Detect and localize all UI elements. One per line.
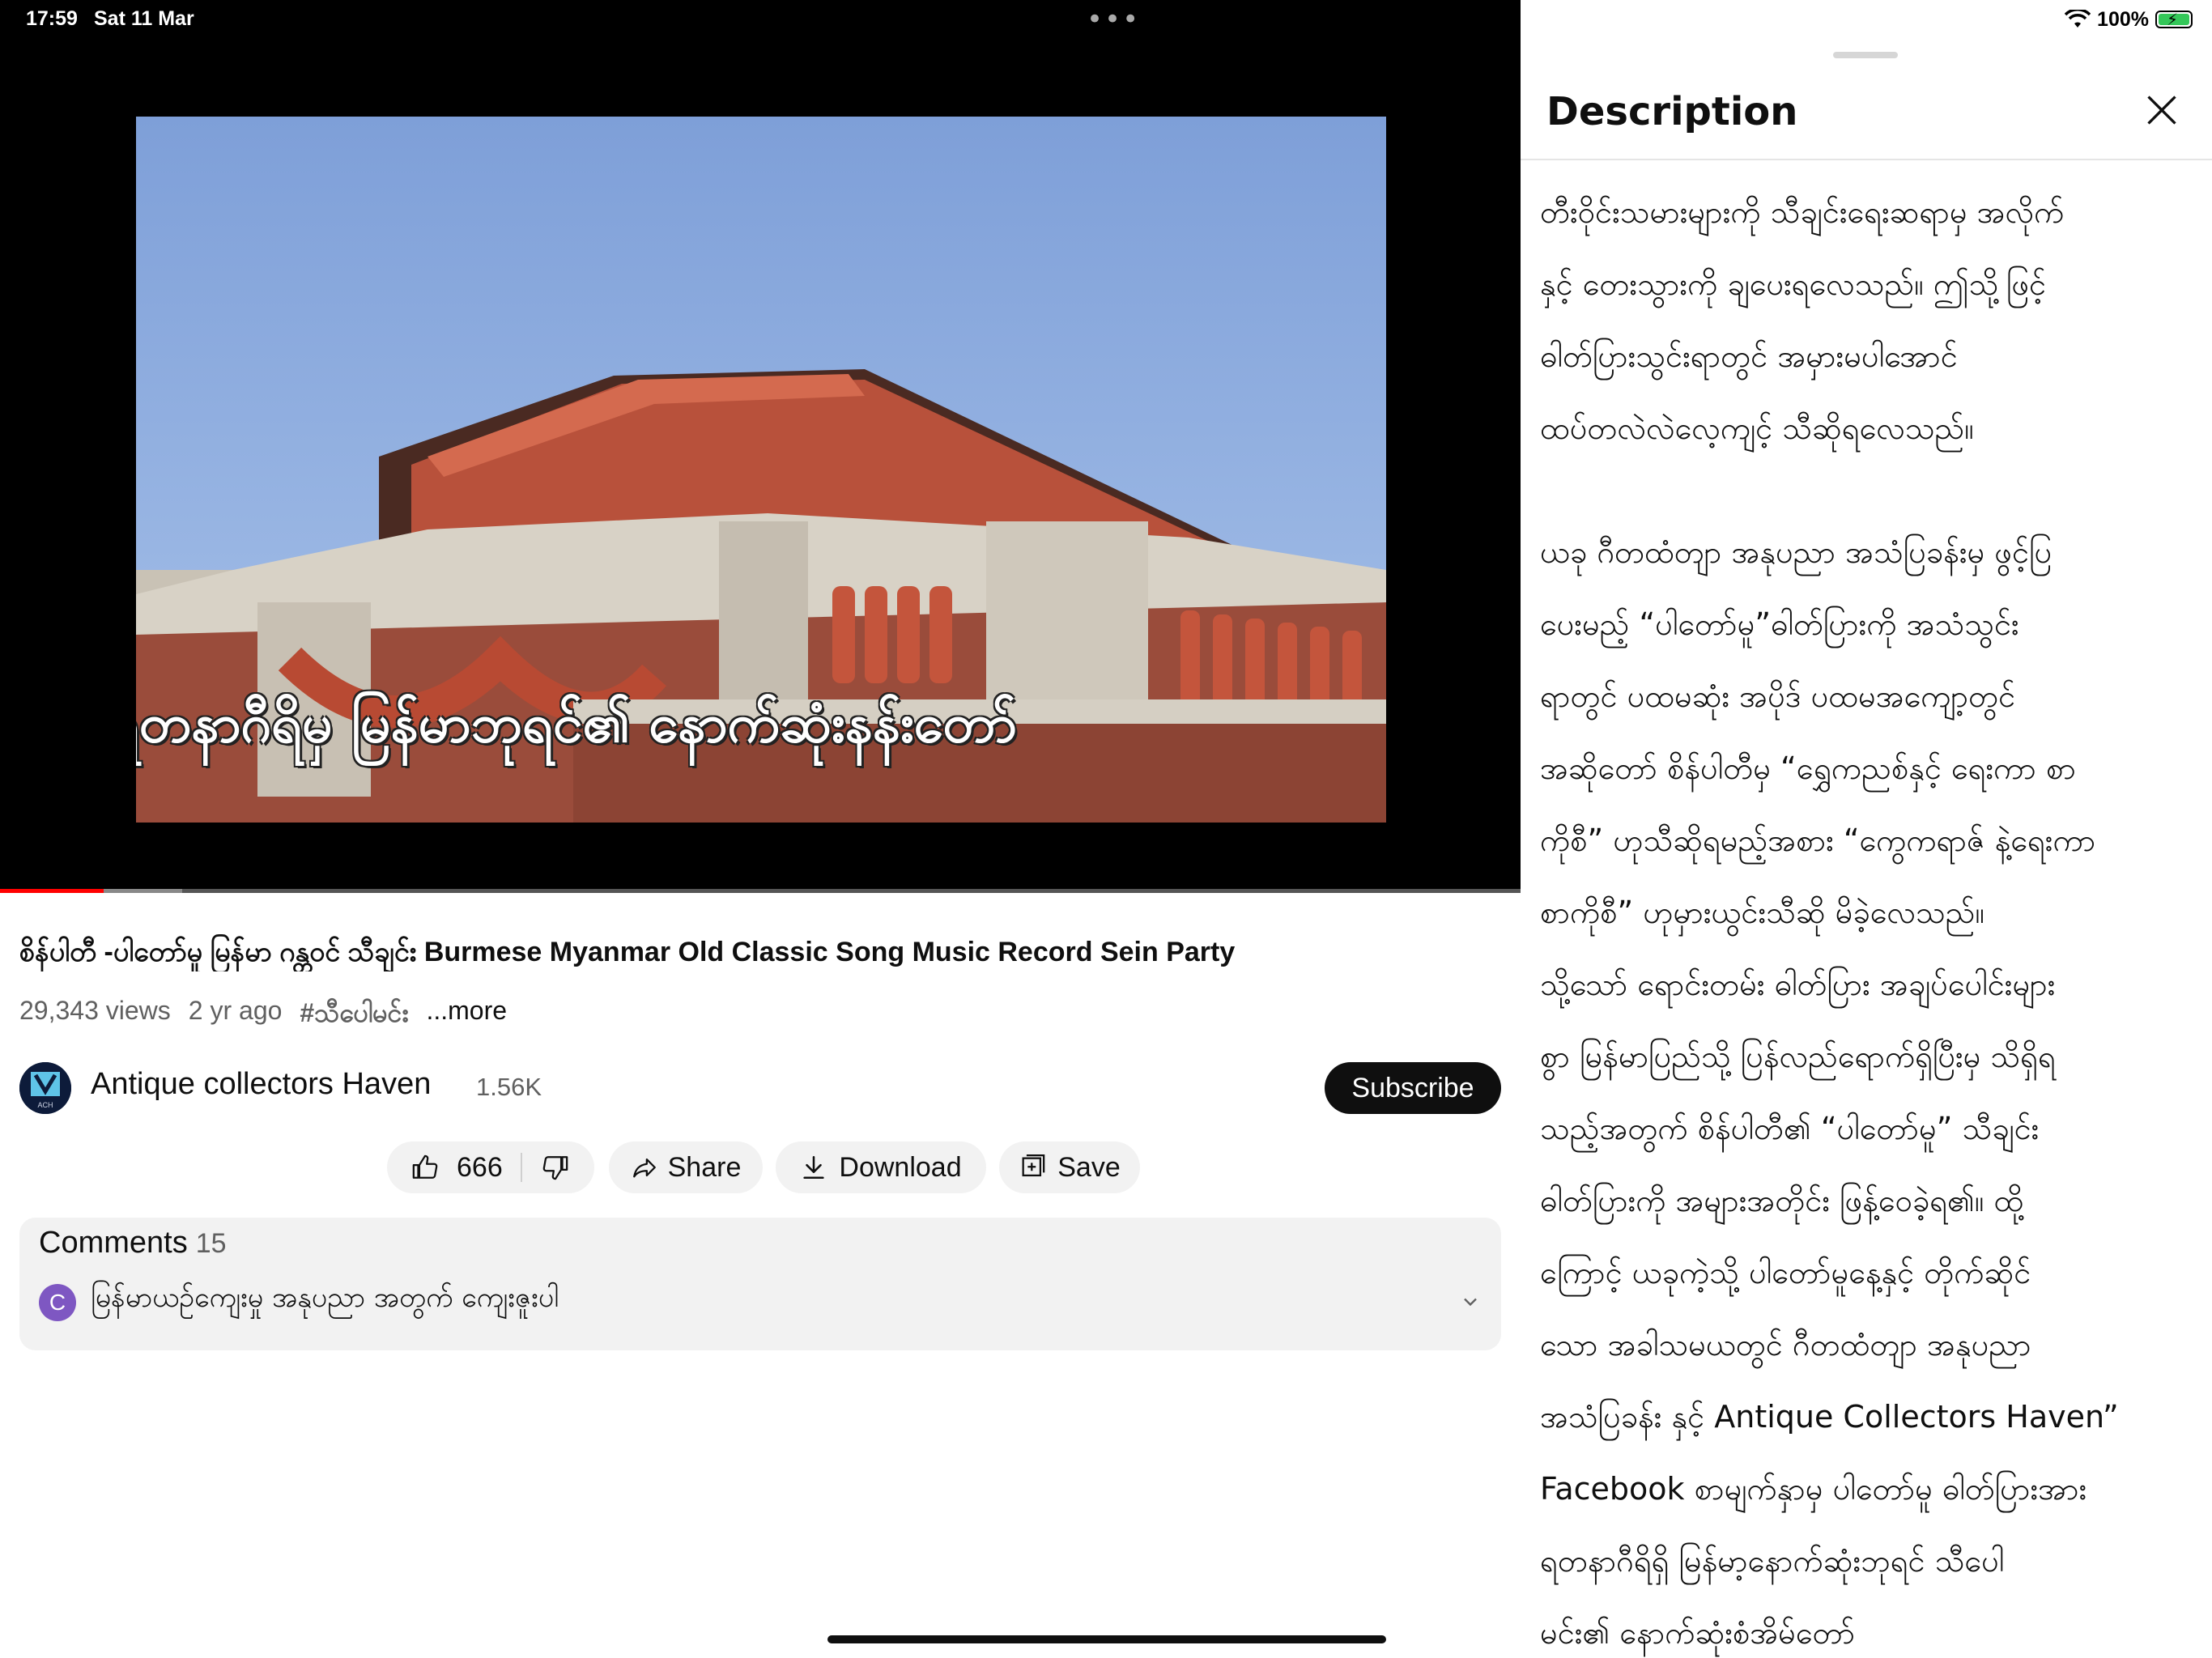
channel-name[interactable]: Antique collectors Haven <box>91 1067 431 1102</box>
share-label: Share <box>667 1151 742 1183</box>
comments-section[interactable]: Comments 15 C မြန်မာယဥ်ကျေးမှု အနုပညာ အတွ… <box>19 1218 1501 1350</box>
svg-text:ACH: ACH <box>37 1101 53 1109</box>
description-line: တီးဝိုင်းသမားများကို သီချင်းရေးဆရာမှ အလိ… <box>1540 194 2065 230</box>
description-text: တီးဝိုင်းသမားများကို သီချင်းရေးဆရာမှ အလိ… <box>1540 176 2193 1658</box>
more-dots-icon[interactable]: ••• <box>1087 3 1140 36</box>
comments-label: Comments <box>39 1226 188 1260</box>
description-line: ရတနာဂီရိရှိ မြန်မာ့နောက်ဆုံးဘုရင် သီပေါ <box>1540 1543 2005 1579</box>
download-label: Download <box>839 1151 962 1183</box>
description-line: အသံပြခန်း နှင့် Antique Collectors Haven… <box>1540 1399 2119 1435</box>
thumbs-down-icon[interactable] <box>542 1154 569 1181</box>
description-line: ဓါတ်ပြားကို အများအတိုင်း ဖြန့်ဝေခဲ့ရ၏။ ထ… <box>1540 1183 2024 1218</box>
description-line: ရာတွင် ပထမဆုံး အပိုဒ် ပထမအကျော့တွင် <box>1540 678 2016 714</box>
save-button[interactable]: Save <box>999 1141 1140 1193</box>
status-bar: 17:59 Sat 11 Mar ••• <box>0 0 1521 39</box>
description-line: ကြောင့် ယခုကဲ့သို့ ပါတော်မူနေ့နှင့် တိုက… <box>1540 1255 2031 1290</box>
view-count: 29,343 views <box>19 996 171 1025</box>
share-icon <box>632 1158 656 1178</box>
like-dislike-bar: 666 <box>387 1141 594 1193</box>
download-icon <box>803 1155 824 1180</box>
video-progress-fill <box>0 889 104 893</box>
video-frame: ရတနာဂီရိမှ မြန်မာဘုရင်၏ နောက်ဆုံးနန်းတော… <box>136 117 1386 823</box>
commenter-avatar: C <box>39 1284 76 1321</box>
save-label: Save <box>1057 1151 1121 1183</box>
video-title: စိန်ပါတီ -ပါတော်မူ မြန်မာ ဂန္တဝင် သီချင်… <box>19 937 1236 967</box>
description-line: နှင့် တေးသွားကို ချပေးရလေသည်။ ဤသို့ဖြင့် <box>1540 266 2047 302</box>
description-panel: Description တီးဝိုင်းသမားများကို သီချင်း… <box>1521 39 2212 1658</box>
description-paragraph-gap <box>1540 465 2193 517</box>
description-divider <box>1521 159 2212 160</box>
description-line: ယခု ဂီတထံတျာ အနုပညာ အသံပြခန်းမှ ဖွင့်ပြ <box>1540 534 2052 570</box>
subscriber-count: 1.56K <box>476 1073 542 1101</box>
battery-percent: 100% <box>2097 7 2149 31</box>
description-line: အဆိုတော် စိန်ပါတီမှ “ရွှေကညစ်နှင့် ရေးကာ… <box>1540 750 2076 786</box>
channel-logo-icon: ACH <box>19 1062 71 1114</box>
video-subtitle: ရတနာဂီရိမှ မြန်မာဘုရင်၏ နောက်ဆုံးနန်းတော… <box>136 692 1017 755</box>
comments-header: Comments 15 <box>39 1226 227 1261</box>
hashtag-link[interactable]: #သီပေါမင်း <box>300 996 408 1035</box>
subscribe-button[interactable]: Subscribe <box>1325 1062 1501 1114</box>
description-line: စွာ မြန်မာပြည်သို့ ပြန်လည်ရောက်ရှိပြီးမှ… <box>1540 1039 2056 1074</box>
share-button[interactable]: Share <box>609 1141 763 1193</box>
video-meta: 29,343 views 2 yr ago #သီပေါမင်း ...more <box>19 996 507 1035</box>
home-indicator[interactable] <box>827 1635 1386 1643</box>
comments-count: 15 <box>195 1228 227 1259</box>
video-player[interactable]: ရတနာဂီရိမှ မြန်မာဘုရင်၏ နောက်ဆုံးနန်းတော… <box>0 39 1521 891</box>
more-link[interactable]: ...more <box>426 996 507 1035</box>
video-progress-bar[interactable] <box>0 889 1521 893</box>
save-icon <box>1022 1154 1045 1177</box>
description-line: စာကိုစီ” ဟုမှားယွင်းသီဆို မိခဲ့လေသည်။ <box>1540 895 1984 930</box>
chevron-down-icon[interactable] <box>1459 1290 1482 1313</box>
description-line: ထပ်တလဲလဲလေ့ကျင့် သီဆိုရလေသည်။ <box>1540 410 1974 446</box>
description-line: ဓါတ်ပြားသွင်းရာတွင် အမှားမပါအောင် <box>1540 338 1958 374</box>
like-divider <box>520 1153 522 1182</box>
description-line: Facebook စာမျက်နှာမှ ပါတော်မူ ဓါတ်ပြားအာ… <box>1540 1471 2087 1507</box>
download-button[interactable]: Download <box>776 1141 986 1193</box>
drag-handle[interactable] <box>1833 52 1898 58</box>
like-count[interactable]: 666 <box>457 1152 503 1184</box>
upload-age: 2 yr ago <box>188 996 283 1025</box>
status-date: Sat 11 Mar <box>94 7 194 30</box>
battery-icon: ⚡ <box>2155 10 2193 29</box>
description-heading: Description <box>1546 89 1798 134</box>
status-indicators: 100% ⚡ <box>2065 5 2193 34</box>
channel-avatar[interactable]: ACH <box>19 1062 71 1114</box>
top-comment-text: မြန်မာယဥ်ကျေးမှု အနုပညာ အတွက် ကျေးဇူးပါ <box>91 1282 559 1314</box>
description-line: သို့သော် ရောင်းတမ်း ဓါတ်ပြား အချပ်ပေါင်း… <box>1540 967 2056 1002</box>
description-line: ကိုစီ” ဟုသီဆိုရမည့်အစား “ကွေကရာဇ် နဲ့ရေး… <box>1540 823 2096 858</box>
close-icon[interactable] <box>2144 92 2180 128</box>
status-time: 17:59 <box>26 7 78 30</box>
description-line: မင်း၏ နောက်ဆုံးစံအိမ်တော် <box>1540 1615 1856 1651</box>
description-line: ပေးမည့် “ပါတော်မူ”ဓါတ်ပြားကို အသံသွင်း <box>1540 606 2019 642</box>
wifi-icon <box>2065 10 2091 28</box>
description-line: သည့်အတွက် စိန်ပါတီ၏ “ပါတော်မူ” သီချင်း <box>1540 1111 2040 1146</box>
thumbs-up-icon[interactable] <box>411 1154 439 1181</box>
description-line: သော အခါသမယတွင် ဂီတထံတျာ အနုပညာ <box>1540 1327 2031 1363</box>
